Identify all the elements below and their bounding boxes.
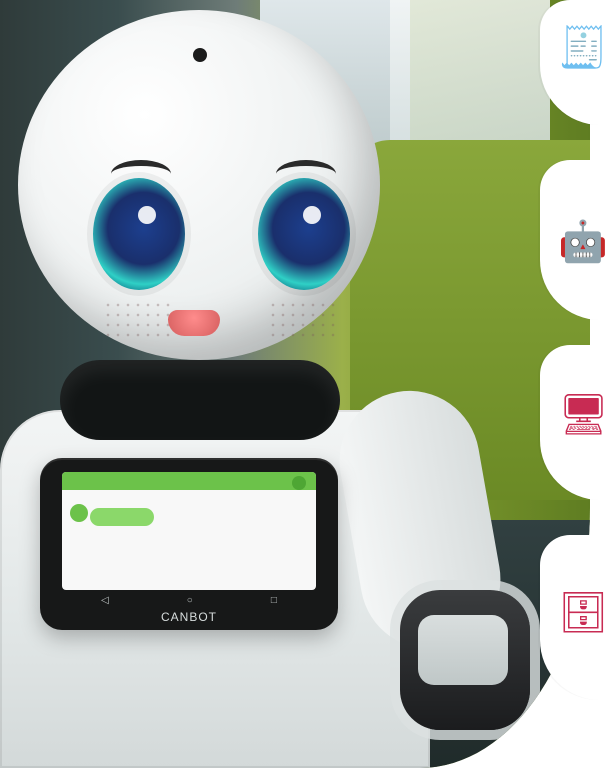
tablet-navbar: ◁ ○ □ bbox=[62, 592, 316, 608]
robot-tablet: ◁ ○ □ CANBOT bbox=[40, 458, 338, 630]
mouth bbox=[168, 310, 220, 336]
right-freckles bbox=[268, 300, 338, 340]
rail-card-2: 🤖 bbox=[540, 160, 609, 320]
right-icon-rail: 🧾 🤖 🖥 🗄 bbox=[540, 0, 609, 768]
left-eye bbox=[93, 160, 185, 290]
document-checklist-icon: 🧾 bbox=[558, 26, 608, 70]
tablet-brand: CANBOT bbox=[160, 610, 217, 624]
chat-bubble bbox=[90, 508, 154, 526]
rail-card-3: 🖥 bbox=[540, 345, 609, 500]
tablet-screen bbox=[62, 472, 316, 590]
nav-home-icon: ○ bbox=[186, 594, 193, 606]
robot-neck bbox=[60, 360, 340, 440]
chat-avatar-icon bbox=[70, 504, 88, 522]
rail-card-1: 🧾 bbox=[540, 0, 609, 125]
nav-recent-icon: □ bbox=[270, 594, 277, 606]
main-photo: ◁ ○ □ CANBOT bbox=[0, 0, 590, 768]
background-window bbox=[390, 0, 550, 160]
head-sensor bbox=[193, 48, 207, 62]
robot-head bbox=[18, 10, 380, 360]
robot-head-icon: 🤖 bbox=[558, 220, 608, 264]
desk-workstation-icon: 🗄 bbox=[558, 591, 609, 635]
nav-back-icon: ◁ bbox=[101, 594, 109, 606]
desktop-computer-icon: 🖥 bbox=[558, 393, 609, 437]
right-eye bbox=[258, 160, 350, 290]
left-freckles bbox=[103, 300, 173, 340]
robot-hand bbox=[400, 590, 530, 730]
rail-card-4: 🗄 bbox=[540, 535, 609, 700]
screen-topbar bbox=[62, 472, 316, 490]
mic-icon bbox=[292, 476, 306, 490]
